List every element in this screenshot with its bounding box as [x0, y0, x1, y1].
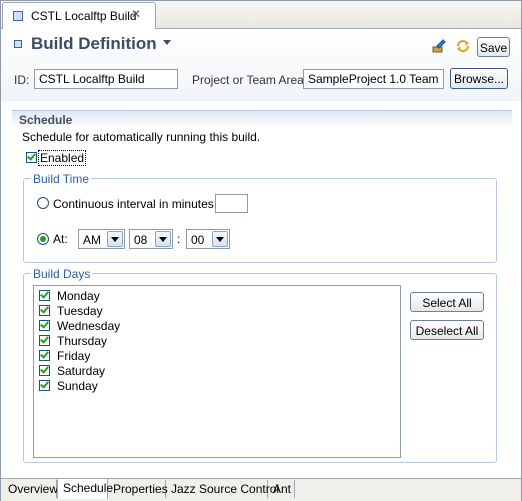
hour-value: 08: [134, 233, 148, 247]
chevron-down-icon[interactable]: [155, 231, 171, 247]
day-label: Friday: [57, 349, 91, 363]
hour-select[interactable]: 08: [129, 229, 173, 249]
id-field[interactable]: CSTL Localftp Build: [34, 69, 178, 89]
editor-tab[interactable]: CSTL Localftp Build ✕: [2, 2, 156, 29]
enabled-label[interactable]: Enabled: [38, 150, 87, 166]
build-time-group: [23, 178, 497, 263]
browse-button[interactable]: Browse...: [450, 68, 508, 89]
minute-value: 00: [191, 233, 205, 247]
interval-input[interactable]: [215, 194, 248, 213]
checkmark-icon: [40, 379, 49, 389]
build-definition-icon: [14, 40, 22, 48]
tab-jazz-source-control[interactable]: Jazz Source Control: [166, 480, 279, 498]
day-checkbox[interactable]: [39, 349, 50, 361]
day-label: Monday: [57, 289, 100, 303]
day-checkbox[interactable]: [39, 304, 50, 316]
ampm-value: AM: [83, 233, 101, 247]
checkmark-icon: [40, 319, 49, 329]
save-button[interactable]: Save: [477, 37, 510, 57]
editor-tab-title: CSTL Localftp Build: [31, 9, 137, 23]
checkmark-icon: [27, 151, 36, 161]
day-checkbox[interactable]: [39, 319, 50, 331]
chevron-down-icon[interactable]: [212, 231, 228, 247]
select-all-button[interactable]: Select All: [410, 292, 484, 312]
day-label: Sunday: [57, 379, 98, 393]
close-icon[interactable]: ✕: [131, 7, 141, 21]
day-label: Thursday: [57, 334, 108, 348]
day-checkbox[interactable]: [39, 289, 50, 301]
build-definition-icon: [13, 11, 23, 21]
day-checkbox[interactable]: [39, 334, 50, 346]
tab-ant[interactable]: Ant: [268, 480, 295, 498]
checkmark-icon: [40, 289, 49, 299]
chevron-down-icon[interactable]: [107, 231, 123, 247]
page-title: Build Definition: [31, 34, 157, 53]
ampm-select[interactable]: AM: [78, 229, 125, 249]
day-label: Tuesday: [57, 304, 103, 318]
checkmark-icon: [40, 364, 49, 374]
chevron-down-icon[interactable]: [163, 40, 171, 45]
build-days-legend: Build Days: [31, 267, 93, 281]
day-checkbox[interactable]: [39, 379, 50, 391]
section-title: Schedule: [19, 113, 73, 127]
at-radio[interactable]: [37, 233, 49, 245]
build-time-legend: Build Time: [31, 172, 92, 186]
tab-properties[interactable]: Properties: [108, 480, 168, 498]
day-checkbox[interactable]: [39, 364, 50, 376]
day-label: Saturday: [57, 364, 106, 378]
schedule-section-header[interactable]: [12, 110, 512, 128]
day-label: Wednesday: [57, 319, 121, 333]
minute-select[interactable]: 00: [186, 229, 230, 249]
run-build-icon[interactable]: [431, 38, 447, 54]
checkmark-icon: [40, 334, 49, 344]
continuous-label[interactable]: Continuous interval in minutes:: [53, 197, 217, 211]
enabled-checkbox[interactable]: [26, 151, 37, 163]
refresh-icon[interactable]: [455, 38, 471, 54]
section-description: Schedule for automatically running this …: [22, 130, 261, 144]
checkmark-icon: [40, 304, 49, 314]
at-label[interactable]: At:: [53, 232, 68, 246]
tab-schedule[interactable]: Schedule: [57, 479, 113, 499]
time-separator: :: [177, 232, 181, 246]
continuous-radio[interactable]: [37, 197, 49, 209]
id-label: ID:: [14, 73, 30, 87]
team-area-field[interactable]: SampleProject 1.0 Team: [303, 69, 444, 89]
deselect-all-button[interactable]: Deselect All: [410, 320, 484, 340]
radio-selected-dot: [40, 236, 46, 242]
tab-overview[interactable]: Overview: [3, 480, 58, 498]
team-area-label: Project or Team Area:: [192, 73, 308, 87]
checkmark-icon: [40, 349, 49, 359]
